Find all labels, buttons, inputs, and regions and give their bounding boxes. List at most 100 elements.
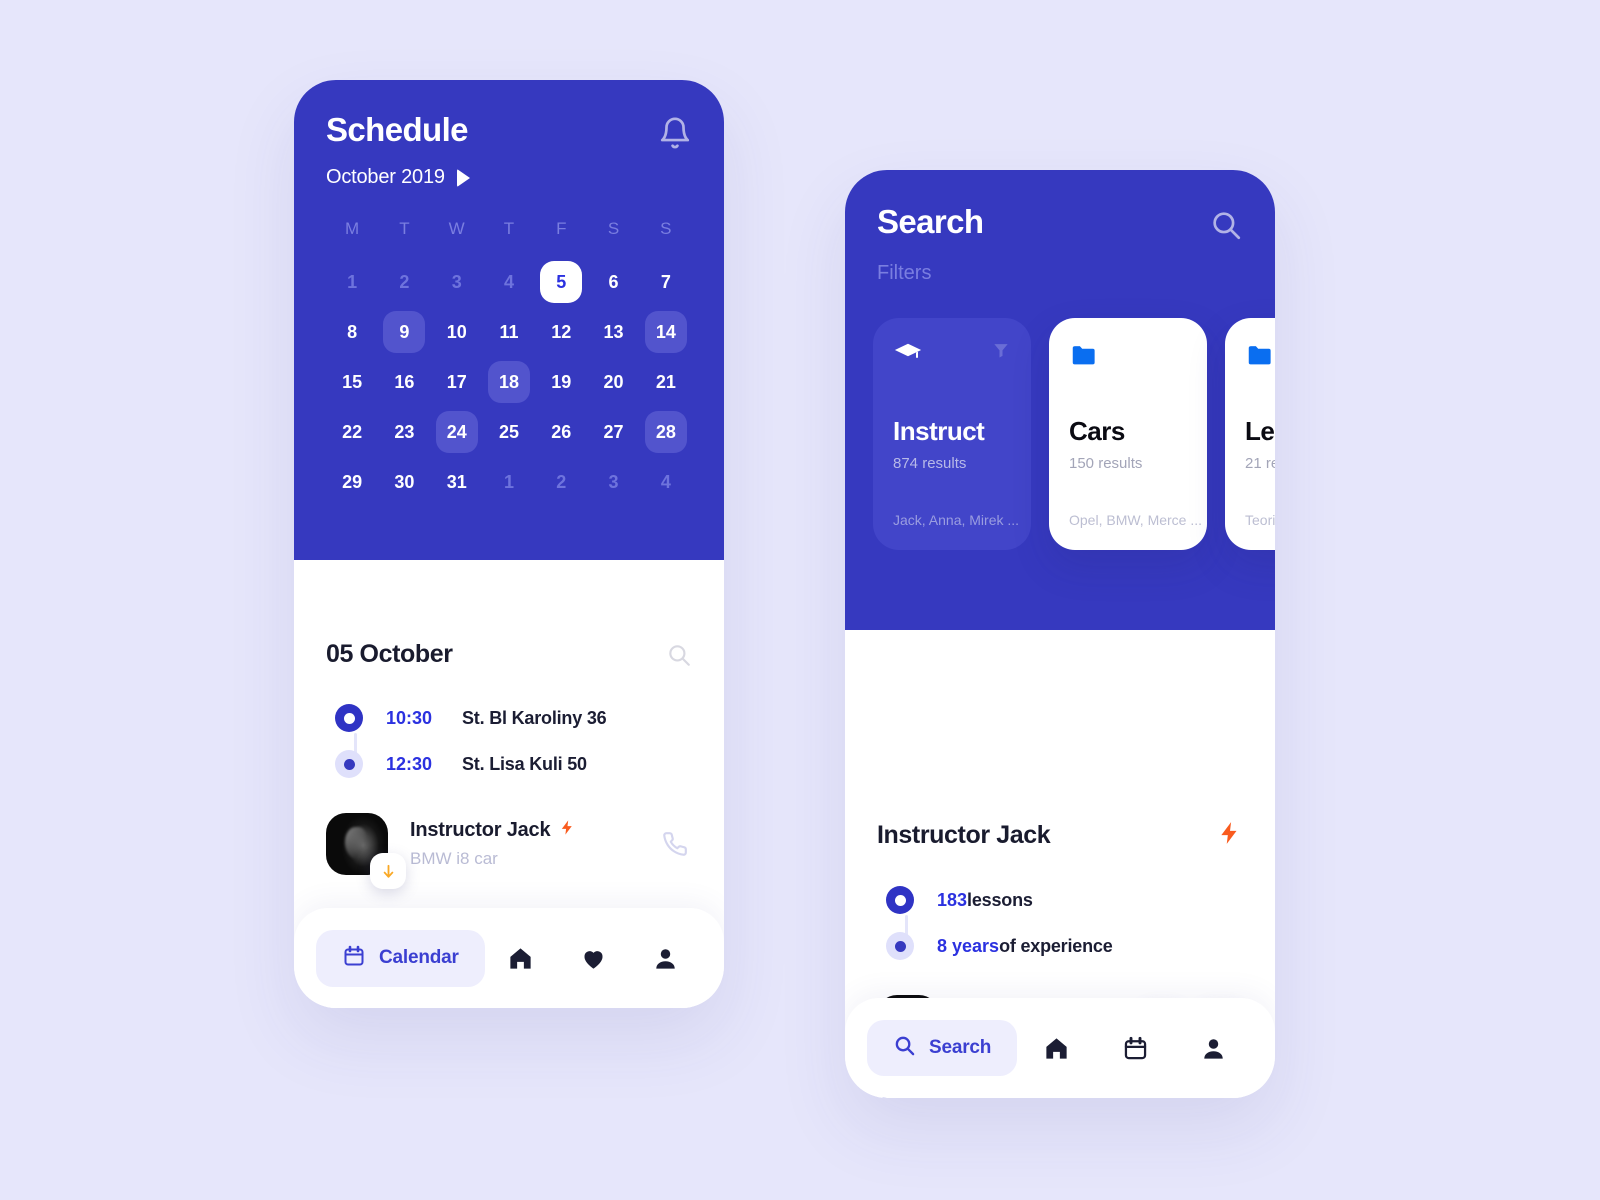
lesson-time: 12:30 bbox=[386, 753, 433, 774]
lightning-bolt-icon bbox=[559, 819, 576, 842]
stat-value: 183 bbox=[937, 889, 968, 910]
calendar-day-2[interactable]: 2 bbox=[383, 261, 425, 303]
calendar-cell: 17 bbox=[431, 361, 483, 403]
calendar-cell: 1 bbox=[326, 261, 378, 303]
calendar-day-20[interactable]: 20 bbox=[593, 361, 635, 403]
calendar-day-13[interactable]: 13 bbox=[593, 311, 635, 353]
calendar-cell: 16 bbox=[378, 361, 430, 403]
calendar-day-9[interactable]: 9 bbox=[383, 311, 426, 353]
instructor-card[interactable]: Instructor Jack BMW i8 car bbox=[326, 813, 692, 889]
calendar-day-24[interactable]: 24 bbox=[435, 411, 478, 453]
calendar-day-28[interactable]: 28 bbox=[644, 411, 687, 453]
calendar-weekday-6: S bbox=[660, 219, 672, 238]
filter-card-count: 150 results bbox=[1069, 454, 1143, 472]
lesson-time: 10:30 bbox=[386, 707, 433, 728]
calendar-day-3[interactable]: 3 bbox=[436, 261, 478, 303]
play-triangle-icon[interactable] bbox=[456, 168, 470, 187]
calendar-cell: 9 bbox=[378, 311, 430, 353]
calendar-day-25[interactable]: 25 bbox=[488, 411, 530, 453]
calendar-day-6[interactable]: 6 bbox=[593, 261, 635, 303]
calendar-day-18[interactable]: 18 bbox=[487, 361, 530, 403]
calendar-day-4[interactable]: 4 bbox=[488, 261, 530, 303]
calendar-day-23[interactable]: 23 bbox=[383, 411, 425, 453]
calendar-day-10[interactable]: 10 bbox=[436, 311, 478, 353]
instructor-meta: Instructor Jack BMW i8 car bbox=[410, 819, 662, 869]
bell-icon[interactable] bbox=[658, 116, 692, 150]
calendar-weekday-0: M bbox=[345, 219, 360, 238]
calendar-cell: 28 bbox=[640, 411, 692, 453]
timeline-dot bbox=[883, 883, 917, 917]
schedule-header-top: Schedule bbox=[326, 111, 692, 150]
calendar-day-12[interactable]: 12 bbox=[540, 311, 582, 353]
filter-card-top bbox=[893, 340, 1011, 375]
month-selector[interactable]: October 2019 bbox=[326, 166, 692, 189]
folder-icon bbox=[1069, 340, 1099, 375]
filter-card-title: Les bbox=[1245, 415, 1275, 446]
calendar-cell: 1 bbox=[483, 461, 535, 503]
selected-date-title: 05 October bbox=[326, 640, 453, 668]
calendar-day-14[interactable]: 14 bbox=[644, 311, 687, 353]
calendar-day-22[interactable]: 22 bbox=[331, 411, 373, 453]
calendar-day-27[interactable]: 27 bbox=[593, 411, 635, 453]
calendar-cell: 3 bbox=[431, 261, 483, 303]
calendar-day-1[interactable]: 1 bbox=[488, 461, 530, 503]
calendar-day-7[interactable]: 7 bbox=[645, 261, 687, 303]
filter-card-0[interactable]: Instruct 874 results Jack, Anna, Mirek ... bbox=[873, 318, 1031, 550]
calendar-cell: 4 bbox=[483, 261, 535, 303]
calendar-day-17[interactable]: 17 bbox=[436, 361, 478, 403]
person-icon[interactable] bbox=[652, 945, 679, 972]
nav-item-calendar-label: Calendar bbox=[379, 947, 459, 968]
calendar-day-21[interactable]: 21 bbox=[645, 361, 687, 403]
calendar-day-16[interactable]: 16 bbox=[383, 361, 425, 403]
calendar-cell: 4 bbox=[640, 461, 692, 503]
home-icon[interactable] bbox=[1043, 1035, 1070, 1062]
nav-item-calendar[interactable]: Calendar bbox=[316, 929, 485, 987]
calendar-day-26[interactable]: 26 bbox=[540, 411, 582, 453]
calendar-cell: 14 bbox=[640, 311, 692, 353]
calendar-day-29[interactable]: 29 bbox=[331, 461, 373, 503]
calendar-icon[interactable] bbox=[1122, 1035, 1149, 1062]
calendar-day-5[interactable]: 5 bbox=[540, 261, 583, 303]
page-title: Search bbox=[877, 203, 984, 240]
search-icon[interactable] bbox=[666, 642, 692, 668]
calendar-cell: 21 bbox=[640, 361, 692, 403]
graduation-cap-icon bbox=[893, 340, 923, 375]
calendar-cell: 10 bbox=[431, 311, 483, 353]
filter-card-strip[interactable]: Instruct 874 results Jack, Anna, Mirek ...… bbox=[873, 318, 1275, 550]
filter-card-2[interactable]: Les 21 resu Teoria bbox=[1225, 318, 1275, 550]
calendar-day-4[interactable]: 4 bbox=[645, 461, 687, 503]
phone-icon[interactable] bbox=[662, 831, 688, 857]
calendar-day-15[interactable]: 15 bbox=[331, 361, 373, 403]
nav-items-group bbox=[1017, 1035, 1253, 1062]
stat-row[interactable]: 8 years of experience bbox=[883, 923, 1243, 969]
calendar-day-31[interactable]: 31 bbox=[436, 461, 478, 503]
calendar-day-11[interactable]: 11 bbox=[488, 311, 530, 353]
calendar-day-30[interactable]: 30 bbox=[383, 461, 425, 503]
nav-item-search[interactable]: Search bbox=[867, 1020, 1018, 1076]
filter-card-sample: Opel, BMW, Merce ... bbox=[1069, 512, 1203, 528]
funnel-filter-icon[interactable] bbox=[991, 340, 1011, 365]
instructor-title: Instructor Jack bbox=[877, 821, 1051, 849]
timeline-dot-inner bbox=[894, 894, 906, 906]
lesson-row[interactable]: 10:30 St. Bl Karoliny 36 bbox=[332, 695, 692, 755]
stat-row[interactable]: 183 lessons bbox=[883, 877, 1243, 937]
person-icon[interactable] bbox=[1200, 1035, 1227, 1062]
search-icon[interactable] bbox=[1209, 208, 1243, 242]
calendar-cell: 3 bbox=[587, 461, 639, 503]
calendar-day-1[interactable]: 1 bbox=[331, 261, 373, 303]
calendar-cell: 26 bbox=[535, 411, 587, 453]
lightning-bolt-icon bbox=[1217, 820, 1243, 851]
calendar-cell: 30 bbox=[378, 461, 430, 503]
calendar-day-8[interactable]: 8 bbox=[331, 311, 373, 353]
calendar-day-2[interactable]: 2 bbox=[540, 461, 582, 503]
heart-icon[interactable] bbox=[580, 945, 607, 972]
home-icon[interactable] bbox=[507, 945, 534, 972]
filter-card-count: 21 resu bbox=[1245, 454, 1275, 472]
lesson-row[interactable]: 12:30 St. Lisa Kuli 50 bbox=[332, 741, 692, 787]
calendar-day-3[interactable]: 3 bbox=[593, 461, 635, 503]
filter-card-top bbox=[1069, 340, 1187, 375]
filter-card-1[interactable]: Cars 150 results Opel, BMW, Merce ... bbox=[1049, 318, 1207, 550]
arrow-down-icon[interactable] bbox=[370, 853, 406, 889]
calendar-day-19[interactable]: 19 bbox=[540, 361, 582, 403]
timeline-dot-outer bbox=[886, 886, 914, 914]
